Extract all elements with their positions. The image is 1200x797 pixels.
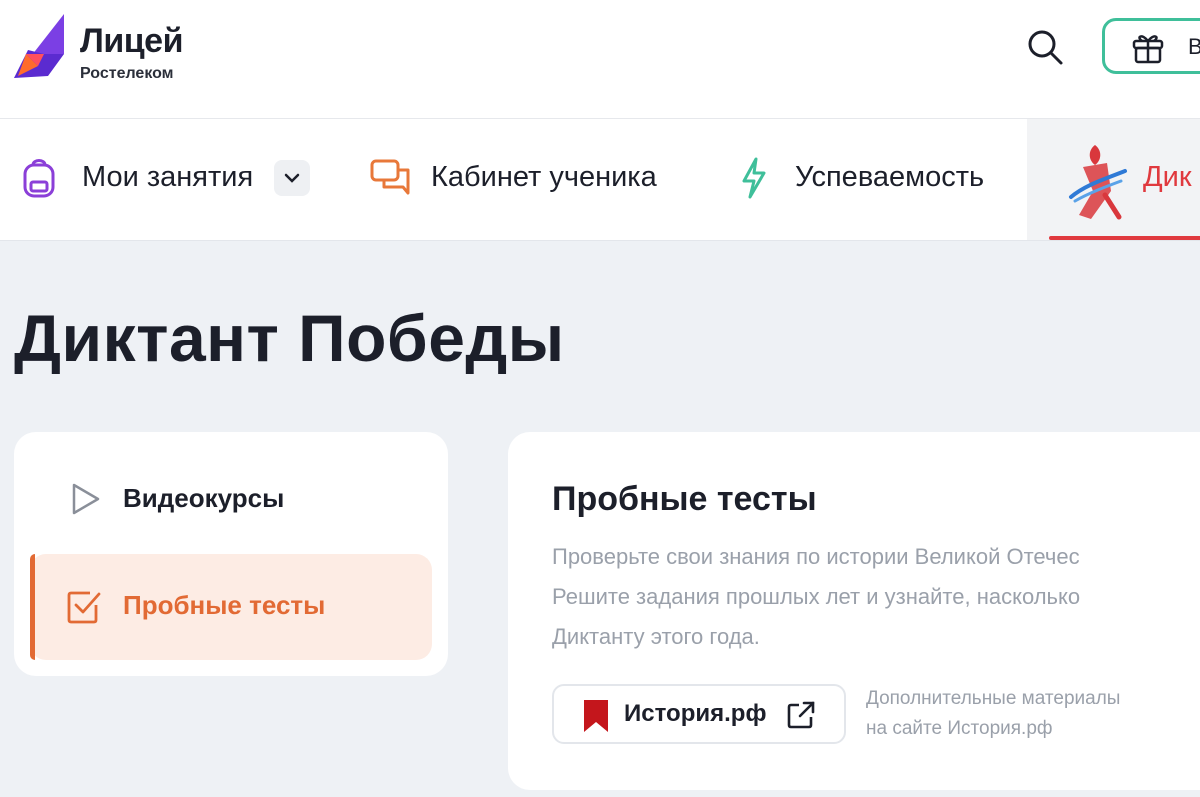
history-rf-button[interactable]: История.рф [552,684,846,744]
description-line-1: Проверьте свои знания по истории Великой… [552,544,1080,569]
sidebar-label-practice-tests: Пробные тесты [123,590,326,620]
section-sidebar: Видеокурсы Пробные тесты [14,432,448,676]
top-header: Лицей Ростелеком В [0,0,1200,119]
my-lessons-dropdown[interactable] [274,160,310,196]
play-icon [72,483,100,515]
nav-label-student-cabinet: Кабинет ученика [431,161,657,193]
gift-button-label: В [1188,34,1200,59]
backpack-icon [23,159,55,198]
sidebar-label-videocourses: Видеокурсы [123,483,285,513]
gift-icon [1132,35,1164,64]
victory-emblem-icon [1069,145,1127,220]
description-line-3: Диктанту этого года. [552,624,760,649]
nav-label-victory-dictation: Дик [1143,161,1192,193]
extra-materials-line-1: Дополнительные материалы [866,688,1121,709]
active-tab-indicator [1049,236,1200,240]
nav-item-victory-dictation[interactable]: Дик [1027,119,1200,240]
checkbox-icon [67,591,101,624]
nav-item-progress[interactable]: Успеваемость [740,119,1010,240]
card-title: Пробные тесты [552,480,817,518]
chevron-down-icon [284,173,300,183]
brand-subtitle: Ростелеком [80,65,174,82]
brand-name[interactable]: Лицей [80,22,183,61]
lyceum-logo-icon[interactable] [14,14,68,80]
external-link-icon [787,701,815,729]
page-title: Диктант Победы [14,301,565,375]
history-rf-label: История.рф [624,700,767,727]
chat-bubbles-icon [370,159,410,195]
search-icon [1028,30,1063,65]
bookmark-icon [584,700,608,732]
extra-materials-line-2: на сайте История.рф [866,718,1053,739]
search-button[interactable] [1024,26,1066,68]
main-navigation: Мои занятия Кабинет ученика Успеваемость… [0,119,1200,241]
nav-item-student-cabinet[interactable]: Кабинет ученика [370,119,690,240]
sidebar-item-practice-tests[interactable]: Пробные тесты [30,554,432,660]
nav-label-my-lessons: Мои занятия [82,161,254,193]
active-item-indicator [30,554,35,660]
nav-label-progress: Успеваемость [795,161,985,193]
practice-tests-card: Пробные тесты Проверьте свои знания по и… [508,432,1200,790]
description-line-2: Решите задания прошлых лет и узнайте, на… [552,584,1081,609]
gift-button[interactable]: В [1102,18,1200,74]
sidebar-item-videocourses[interactable]: Видеокурсы [30,447,432,553]
lightning-icon [742,157,766,199]
